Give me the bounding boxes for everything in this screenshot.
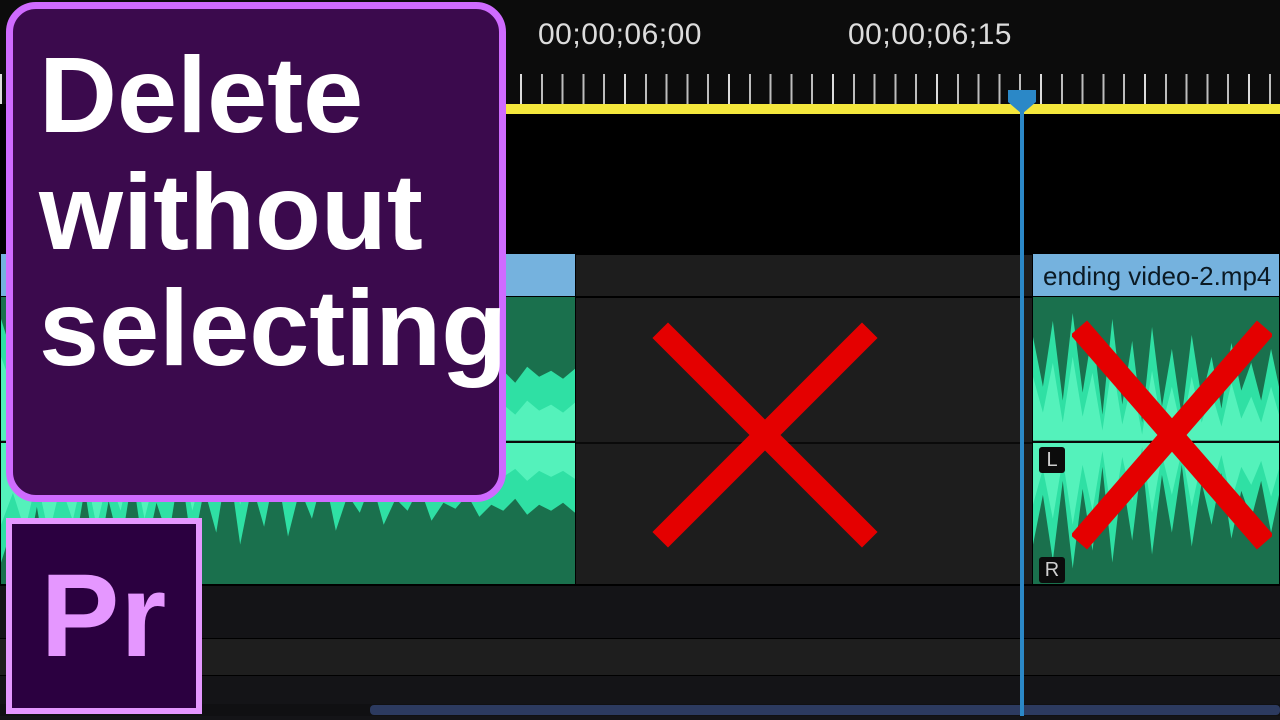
clip-right[interactable]: ending video-2.mp4 [V L R (1032, 253, 1280, 585)
premiere-logo-text: Pr (41, 548, 168, 684)
scrollbar-thumb[interactable] (370, 705, 1280, 715)
channel-badge-r: R (1039, 557, 1065, 583)
work-area-bar[interactable] (415, 104, 1280, 114)
title-line: Delete (39, 34, 363, 155)
channel-badge-l: L (1039, 447, 1065, 473)
premiere-logo: Pr (6, 518, 202, 714)
timecode-label: 00;00;06;00 (538, 18, 702, 52)
clip-label: ending video-2.mp4 [V (1032, 253, 1280, 297)
title-line: selecting (39, 267, 507, 388)
playhead-handle[interactable] (1006, 88, 1038, 114)
screenshot-root: { "overlay": { "title_line1": "Delete", … (0, 0, 1280, 720)
timecode-label: 00;00;06;15 (848, 18, 1012, 52)
title-line: without (39, 151, 423, 272)
playhead[interactable] (1020, 100, 1024, 716)
clip-waveform: L R (1032, 297, 1280, 585)
title-card: Delete without selecting (6, 2, 506, 502)
